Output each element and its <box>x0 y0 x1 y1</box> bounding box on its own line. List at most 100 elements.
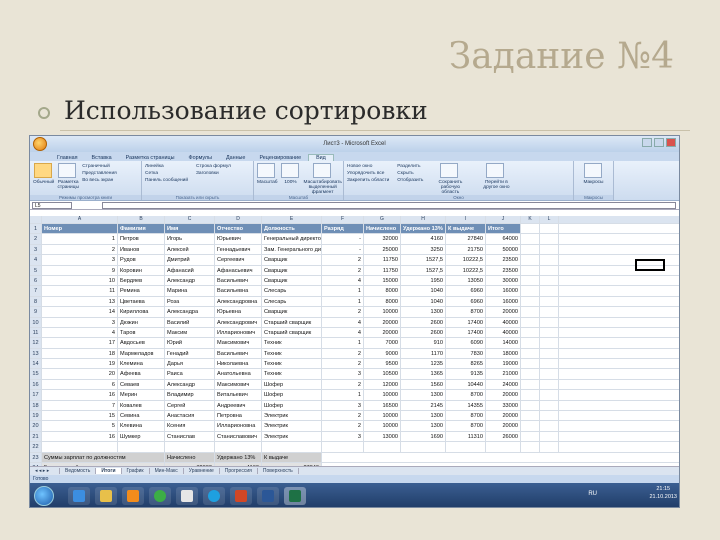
table-cell[interactable] <box>540 255 559 265</box>
table-cell[interactable]: 1300 <box>401 307 446 317</box>
table-cell[interactable]: 8000 <box>364 286 401 296</box>
table-cell[interactable]: К выдаче <box>446 224 486 234</box>
table-cell[interactable]: 2 <box>322 255 364 265</box>
table-cell[interactable] <box>521 265 540 275</box>
table-cell[interactable]: Техник <box>262 369 322 379</box>
table-cell[interactable]: 20000 <box>486 390 521 400</box>
table-cell[interactable]: 1527,5 <box>401 265 446 275</box>
macros-button[interactable] <box>583 163 602 178</box>
sheet-nav[interactable]: ◂ ◂ ▸ ▸ <box>30 468 60 474</box>
column-header[interactable]: D <box>215 216 262 223</box>
table-cell[interactable]: 14355 <box>446 400 486 411</box>
table-cell[interactable] <box>486 442 521 452</box>
sheet-tab-poverhnost[interactable]: Поверхность <box>258 468 299 474</box>
table-cell[interactable] <box>521 307 540 317</box>
table-cell[interactable]: 15 <box>42 411 118 421</box>
excel-icon[interactable] <box>284 487 306 505</box>
table-cell[interactable]: 7830 <box>446 348 486 359</box>
table-cell[interactable] <box>42 442 118 452</box>
table-cell[interactable]: 16 <box>42 390 118 400</box>
table-cell[interactable]: Цветаева <box>118 296 165 307</box>
table-cell[interactable]: 11750 <box>364 255 401 265</box>
table-cell[interactable]: Генадий <box>165 348 215 359</box>
table-cell[interactable]: 24000 <box>486 379 521 390</box>
row-header[interactable]: 20 <box>30 421 42 431</box>
table-cell[interactable]: Электрик <box>262 421 322 431</box>
table-cell[interactable]: 1 <box>42 234 118 244</box>
table-cell[interactable]: 9135 <box>446 369 486 379</box>
table-cell[interactable]: 9500 <box>364 359 401 369</box>
table-cell[interactable] <box>521 224 540 234</box>
table-cell[interactable]: 8700 <box>446 421 486 431</box>
table-cell[interactable] <box>540 379 559 390</box>
table-cell[interactable] <box>540 224 559 234</box>
table-cell[interactable]: Электрик <box>262 431 322 442</box>
table-cell[interactable]: Станиславович <box>215 431 262 442</box>
table-cell[interactable]: 10500 <box>364 369 401 379</box>
table-cell[interactable]: Итого <box>486 224 521 234</box>
table-cell[interactable]: Васильевич <box>215 348 262 359</box>
table-cell[interactable] <box>540 431 559 442</box>
table-cell[interactable]: 13000 <box>364 431 401 442</box>
row-header[interactable]: 8 <box>30 296 42 307</box>
column-header[interactable]: L <box>540 216 559 223</box>
row-header[interactable]: 21 <box>30 431 42 442</box>
table-cell[interactable]: 1365 <box>401 369 446 379</box>
table-cell[interactable]: 1950 <box>401 275 446 286</box>
gridlines-checkbox[interactable]: Сетка <box>145 170 188 177</box>
table-cell[interactable] <box>540 421 559 431</box>
table-cell[interactable] <box>540 244 559 255</box>
table-cell[interactable]: Андреевич <box>215 400 262 411</box>
table-cell[interactable]: 4 <box>322 317 364 327</box>
table-cell[interactable]: 3 <box>322 431 364 442</box>
table-cell[interactable]: 16000 <box>486 286 521 296</box>
table-cell[interactable]: Кириллова <box>118 307 165 317</box>
table-cell[interactable]: 3 <box>322 369 364 379</box>
maximize-icon[interactable] <box>654 138 664 147</box>
table-cell[interactable]: Ксения <box>165 421 215 431</box>
table-cell[interactable]: 3 <box>42 317 118 327</box>
table-cell[interactable] <box>540 234 559 244</box>
table-cell[interactable]: Таров <box>118 327 165 338</box>
table-cell[interactable]: Анастасия <box>165 411 215 421</box>
table-cell[interactable]: 4 <box>322 275 364 286</box>
table-cell[interactable]: 20000 <box>486 411 521 421</box>
table-cell[interactable] <box>521 317 540 327</box>
table-cell[interactable]: Старший сварщик <box>262 327 322 338</box>
hide-item[interactable]: Скрыть <box>397 170 423 177</box>
table-cell[interactable]: Дарья <box>165 359 215 369</box>
table-cell[interactable] <box>540 442 559 452</box>
table-cell[interactable]: 21750 <box>446 244 486 255</box>
table-cell[interactable]: 7 <box>42 400 118 411</box>
table-cell[interactable]: Сварщик <box>262 255 322 265</box>
table-cell[interactable]: 6960 <box>446 286 486 296</box>
table-cell[interactable]: 14 <box>42 307 118 317</box>
table-cell[interactable]: Алексей <box>165 244 215 255</box>
table-cell[interactable]: Васильевна <box>215 286 262 296</box>
zoom-button[interactable] <box>257 163 276 178</box>
table-cell[interactable] <box>540 327 559 338</box>
table-cell[interactable] <box>401 442 446 452</box>
media-player-icon[interactable] <box>122 487 144 505</box>
save-workspace-button[interactable] <box>440 163 459 178</box>
row-header[interactable]: 2 <box>30 234 42 244</box>
table-cell[interactable]: 4 <box>322 327 364 338</box>
row-header[interactable]: 16 <box>30 379 42 390</box>
table-cell[interactable]: 10000 <box>364 421 401 431</box>
row-header[interactable]: 1 <box>30 224 42 234</box>
row-header[interactable]: 7 <box>30 286 42 296</box>
table-cell[interactable]: 11310 <box>446 431 486 442</box>
table-cell[interactable]: Авдосьев <box>118 338 165 348</box>
table-cell[interactable] <box>521 379 540 390</box>
row-header[interactable]: 13 <box>30 348 42 359</box>
spreadsheet-grid[interactable]: A B C D E F G H I J K L 1 Номер Фамилия Имя Отчество Долж… <box>30 216 679 484</box>
table-cell[interactable]: - <box>322 244 364 255</box>
notes-icon[interactable] <box>176 487 198 505</box>
row-header[interactable]: 15 <box>30 369 42 379</box>
table-cell[interactable]: 2600 <box>401 327 446 338</box>
row-header[interactable]: 4 <box>30 255 42 265</box>
table-cell[interactable]: Шофер <box>262 400 322 411</box>
table-cell[interactable]: Электрик <box>262 411 322 421</box>
table-cell[interactable]: Станислав <box>165 431 215 442</box>
table-cell[interactable] <box>521 442 540 452</box>
